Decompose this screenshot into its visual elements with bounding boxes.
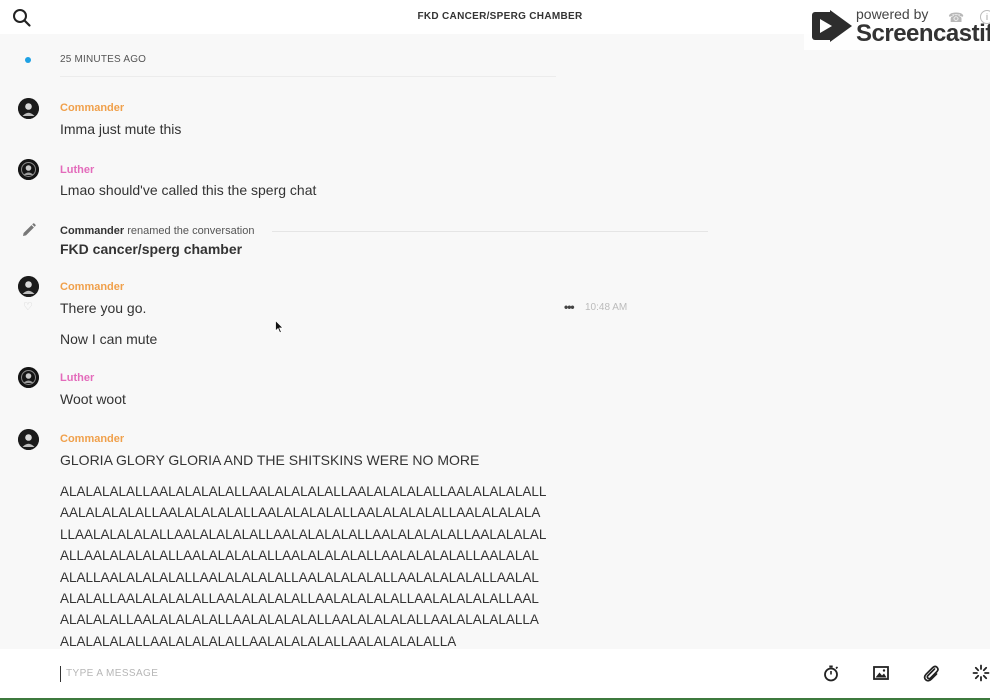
message-text: GLORIA GLORY GLORIA AND THE SHITSKINS WE… [60, 452, 480, 468]
avatar-commander[interactable] [18, 98, 39, 119]
screencastify-logo-icon [810, 8, 854, 49]
stopwatch-icon[interactable] [822, 664, 840, 682]
avatar-commander[interactable] [18, 276, 39, 297]
heart-icon[interactable]: ♡ [23, 302, 33, 313]
sender-name[interactable]: Commander [60, 433, 124, 445]
message-text: Lmao should've called this the sperg cha… [60, 182, 317, 198]
timestamp-divider-label: 25 MINUTES AGO [60, 54, 147, 65]
message-text: There you go. [60, 300, 147, 316]
message-text-long: ALALALALALLAALALALALALLAALALALALALLAALAL… [60, 481, 546, 652]
image-icon[interactable] [872, 664, 890, 682]
screencastify-watermark: powered by Screencastify ☎ i [804, 0, 990, 50]
avatar-commander[interactable] [18, 429, 39, 450]
watermark-brand-text: Screencastify [856, 20, 990, 47]
timestamp-divider-line [60, 76, 556, 77]
message-line: ALLAALALALALALLAALALALALALLAALALALALALLA… [60, 548, 539, 564]
message-text: Woot woot [60, 391, 126, 407]
spinner-icon[interactable] [972, 664, 990, 682]
sender-name[interactable]: Commander [60, 281, 124, 293]
rename-divider [272, 231, 708, 232]
sender-name[interactable]: Commander [60, 102, 124, 114]
message-line: ALALALALALLAALALALALALLAALALALALALLAALAL… [60, 484, 547, 499]
info-icon[interactable]: i [980, 10, 990, 24]
new-conversation-name: FKD cancer/sperg chamber [60, 241, 243, 257]
avatar-luther[interactable] [18, 159, 39, 180]
message-time: 10:48 AM [585, 302, 628, 313]
message-line: ALALLAALALALALALLAALALALALALLAALALALALAL… [60, 569, 539, 585]
rename-action: renamed the conversation [127, 225, 255, 237]
message-line: AALALALALALLAALALALALALLAALALALALALLAALA… [60, 505, 541, 521]
phone-icon[interactable]: ☎ [948, 10, 964, 26]
rename-actor[interactable]: Commander [60, 225, 124, 237]
pencil-icon [21, 223, 36, 243]
message-line: ALALALLAALALALALALLAALALALALALLAALALALAL… [60, 591, 539, 607]
rename-event: Commander renamed the conversation [60, 225, 254, 237]
avatar-luther[interactable] [18, 367, 39, 388]
message-text: Now I can mute [60, 331, 158, 347]
unread-dot [25, 57, 31, 63]
more-options-icon[interactable]: ••• [564, 300, 575, 314]
sender-name[interactable]: Luther [60, 164, 94, 176]
paperclip-icon[interactable] [922, 664, 940, 682]
message-line: ALALALALLAALALALALALLAALALALALALLAALALAL… [60, 612, 539, 628]
message-line: LLAALALALALALLAALALALALALLAALALALALALLAA… [60, 526, 547, 542]
sender-name[interactable]: Luther [60, 372, 94, 384]
mouse-pointer-icon [275, 319, 284, 339]
message-text: Imma just mute this [60, 121, 182, 137]
message-input[interactable] [66, 662, 766, 684]
text-caret [60, 666, 61, 682]
